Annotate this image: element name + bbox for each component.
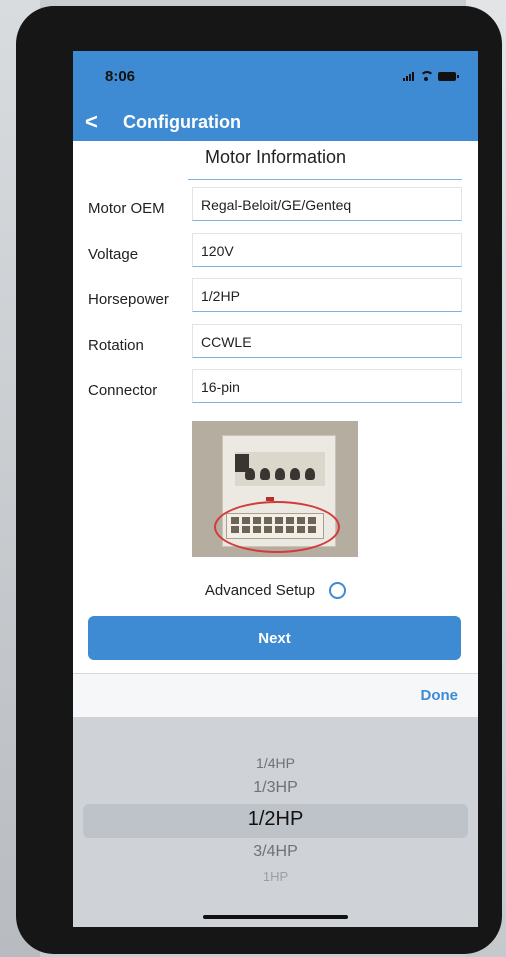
voltage-label: Voltage [88, 246, 139, 263]
power-pins [245, 468, 315, 480]
horsepower-picker[interactable]: 1/4HP 1/3HP 1/2HP 3/4HP 1HP [73, 717, 478, 927]
motor-oem-field[interactable]: Regal-Beloit/GE/Genteq [192, 187, 462, 221]
advanced-setup[interactable]: Advanced Setup [73, 581, 478, 599]
horsepower-field[interactable]: 1/2HP [192, 278, 462, 312]
system-icons [403, 69, 459, 81]
connector-value: 16-pin [201, 379, 240, 395]
picker-option[interactable]: 1/3HP [73, 779, 478, 797]
field-row-rotation: Rotation CCWLE [73, 324, 478, 364]
connector-label: Connector [88, 382, 158, 399]
highlight-oval [214, 501, 340, 553]
voltage-field[interactable]: 120V [192, 233, 462, 267]
connector-photo [192, 421, 358, 557]
advanced-setup-label: Advanced Setup [204, 581, 315, 599]
status-bar: 8:06 [73, 51, 478, 103]
section-title: Motor Information [204, 147, 347, 167]
picker-option[interactable]: 1HP [73, 869, 478, 884]
next-button[interactable]: Next [88, 616, 461, 660]
signal-icon [403, 72, 414, 81]
nav-title: Configuration [123, 112, 241, 132]
motor-oem-label: Motor OEM [88, 200, 165, 217]
field-row-connector: Connector 16-pin [73, 369, 478, 409]
picker-option[interactable]: 1/4HP [73, 755, 478, 771]
connector-field[interactable]: 16-pin [192, 369, 462, 403]
horsepower-label: Horsepower [88, 291, 169, 308]
voltage-value: 120V [201, 243, 234, 259]
field-row-voltage: Voltage 120V [73, 233, 478, 273]
status-time: 8:06 [105, 68, 136, 85]
picker-option[interactable]: 3/4HP [73, 843, 478, 861]
horsepower-value: 1/2HP [201, 288, 240, 304]
back-icon[interactable]: < [85, 107, 98, 137]
picker-option-selected[interactable]: 1/2HP [73, 808, 478, 831]
app-screen: 8:06 < Configuration Motor Information M… [73, 51, 478, 927]
rotation-label: Rotation [88, 337, 144, 354]
motor-oem-value: Regal-Beloit/GE/Genteq [201, 197, 352, 213]
rotation-value: CCWLE [201, 334, 252, 350]
done-button[interactable]: Done [421, 687, 459, 704]
navigation-bar: < Configuration [73, 103, 478, 141]
picker-toolbar: Done [73, 673, 478, 718]
field-row-motor-oem: Motor OEM Regal-Beloit/GE/Genteq [73, 187, 478, 227]
wifi-icon [420, 71, 434, 81]
phone-frame: 8:06 < Configuration Motor Information M… [16, 6, 502, 954]
section-divider [188, 179, 462, 180]
battery-icon [438, 72, 459, 81]
field-row-horsepower: Horsepower 1/2HP [73, 278, 478, 318]
rotation-field[interactable]: CCWLE [192, 324, 462, 358]
home-indicator[interactable] [203, 915, 348, 919]
advanced-setup-radio[interactable] [329, 581, 347, 599]
